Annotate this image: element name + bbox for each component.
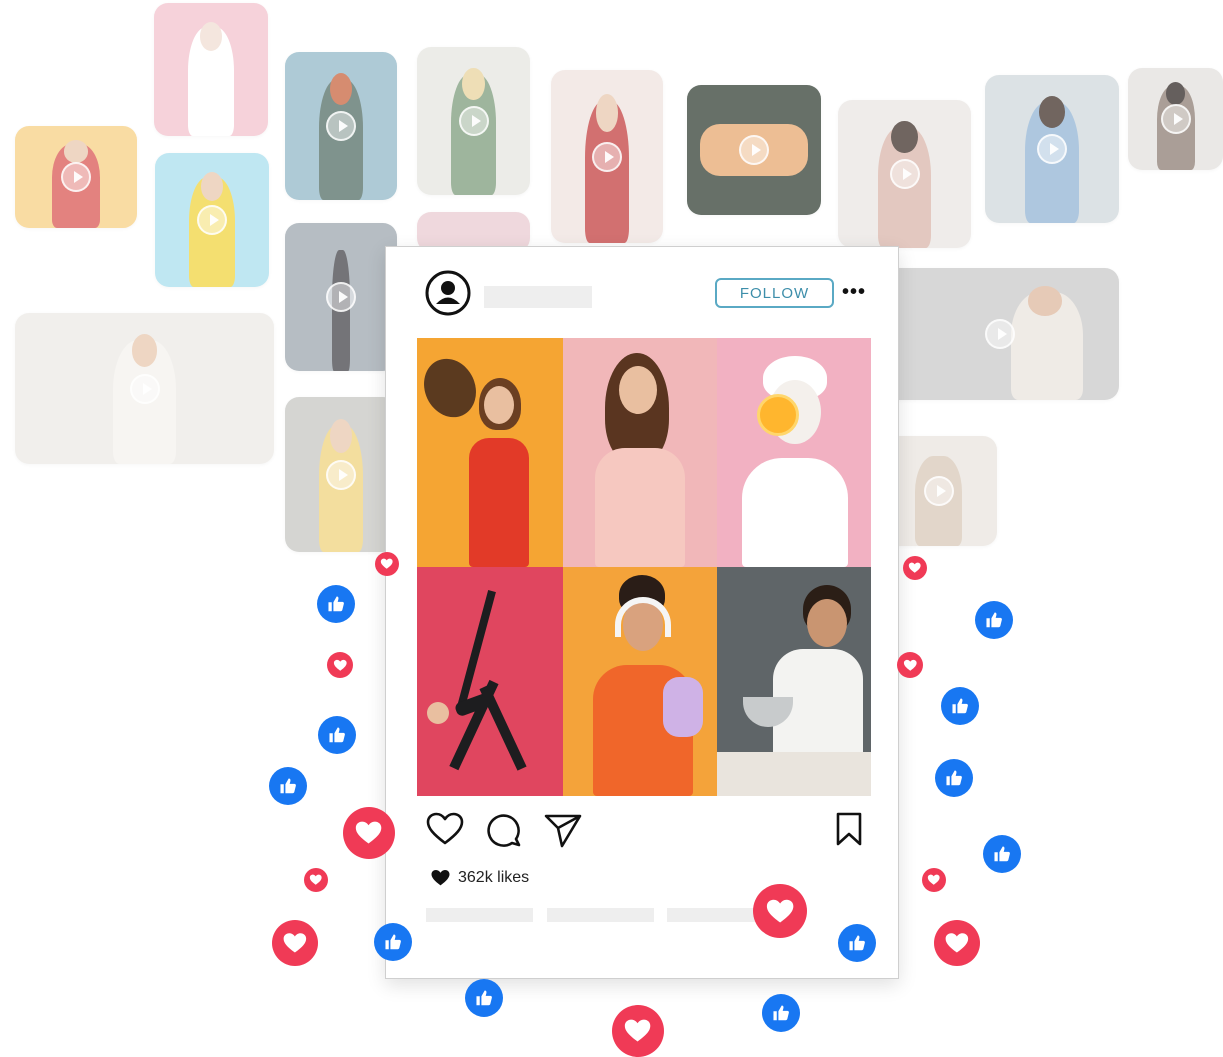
grid-photo[interactable] [563,567,717,796]
video-thumbnail[interactable] [285,223,397,371]
thumbs-up-reaction-icon [838,924,876,962]
thumbnail-head [1166,82,1185,105]
video-thumbnail[interactable] [285,397,397,552]
video-thumbnail[interactable] [285,52,397,200]
play-icon[interactable] [984,319,1015,349]
play-icon[interactable] [197,205,227,235]
hat [417,350,486,426]
heart-reaction-icon [934,920,980,966]
heart-reaction-icon [753,884,807,938]
caption-placeholder [426,908,533,922]
video-thumbnail[interactable] [15,313,274,464]
play-icon[interactable] [1037,134,1067,164]
bookmark-icon[interactable] [834,812,864,846]
video-thumbnail[interactable] [687,85,821,215]
face [619,366,657,414]
user-circle-icon[interactable] [424,269,472,317]
video-thumbnail[interactable] [985,75,1119,223]
thumbs-up-reaction-icon [983,835,1021,873]
grid-photo[interactable] [563,338,717,567]
heart-reaction-icon [304,868,328,892]
face [807,599,847,647]
comment-bubble-icon[interactable] [486,812,522,848]
thumbnail-head [1028,286,1062,316]
play-icon[interactable] [923,476,954,506]
thumbs-up-reaction-icon [374,923,412,961]
play-icon[interactable] [129,373,160,404]
video-thumbnail[interactable] [551,70,663,243]
play-icon[interactable] [889,159,920,189]
username-placeholder [484,286,592,308]
play-icon[interactable] [326,459,356,490]
likes-label: 362k likes [458,869,530,886]
video-thumbnail[interactable] [154,3,268,136]
grid-photo[interactable] [717,338,871,567]
more-options-button[interactable]: ••• [842,282,866,302]
thumbnail-head [199,21,223,51]
grid-photo[interactable] [717,567,871,796]
caption-placeholder [547,908,654,922]
thumbs-up-reaction-icon [269,767,307,805]
robe [742,458,848,567]
heart-reaction-icon [327,652,353,678]
thumbs-up-reaction-icon [762,994,800,1032]
video-thumbnail[interactable] [15,126,137,228]
likes-count[interactable]: 362k likes [430,869,529,887]
play-icon[interactable] [326,111,356,141]
heart-reaction-icon [375,552,399,576]
play-icon[interactable] [61,162,91,192]
face [484,386,514,424]
play-icon[interactable] [196,54,226,85]
follow-button[interactable]: FOLLOW [715,278,834,308]
thumbs-up-reaction-icon [975,601,1013,639]
video-thumbnail[interactable] [155,153,269,287]
heart-reaction-icon [343,807,395,859]
sleeve [663,677,703,737]
paper-plane-icon[interactable] [544,812,582,848]
video-thumbnail[interactable] [838,100,971,248]
post-image-grid [417,338,871,796]
thumbnail-head [63,140,89,163]
red-dress [469,438,529,567]
thumbnail-head [329,418,353,453]
play-icon[interactable] [326,282,356,312]
pink-top [595,448,685,567]
heart-reaction-icon [272,920,318,966]
grid-photo[interactable] [417,567,563,796]
play-icon[interactable] [1160,104,1191,134]
leg [449,679,499,771]
heart-reaction-icon [903,556,927,580]
thumbs-up-reaction-icon [318,716,356,754]
thumbs-up-reaction-icon [317,585,355,623]
heart-reaction-icon [922,868,946,892]
play-icon[interactable] [739,135,769,165]
video-thumbnail[interactable] [880,268,1119,400]
thumbnail-head [462,67,485,101]
thumbs-up-reaction-icon [941,687,979,725]
thumbs-up-reaction-icon [465,979,503,1017]
video-thumbnail[interactable] [417,47,530,195]
play-icon[interactable] [458,106,489,136]
heart-reaction-icon [612,1005,664,1057]
orange-slice [757,394,799,436]
thumbnail-head [891,120,918,154]
heart-reaction-icon [897,652,923,678]
face [427,702,449,724]
heart-filled-icon [431,870,450,886]
counter [717,752,871,796]
thumbs-up-reaction-icon [935,759,973,797]
video-thumbnail[interactable] [1128,68,1223,170]
grid-photo[interactable] [417,338,563,567]
post-card: FOLLOW ••• 362k likes [385,246,899,979]
heart-outline-icon[interactable] [426,812,464,846]
play-icon[interactable] [592,141,622,172]
